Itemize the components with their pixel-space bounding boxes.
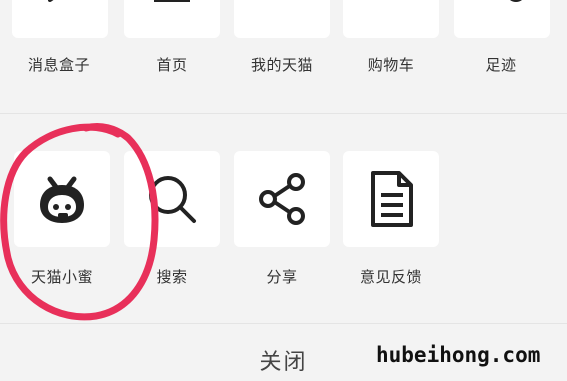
menu-item-footprint[interactable] (454, 0, 550, 38)
footprint-icon (510, 0, 522, 2)
menu-item-message-box[interactable] (12, 0, 108, 38)
menu-label-share: 分享 (266, 268, 298, 286)
tmall-assistant-icon (40, 176, 84, 223)
menu-label-tmall-assistant: 天猫小蜜 (30, 268, 93, 286)
menu-label-footprint: 足迹 (485, 56, 517, 74)
message-box-icon (48, 0, 54, 2)
menu-item-tmall-assistant[interactable] (14, 151, 110, 247)
menu-label-my-tmall: 我的天猫 (250, 56, 313, 74)
menu-item-my-tmall[interactable] (234, 0, 330, 38)
menu-label-home: 首页 (156, 56, 188, 74)
home-icon (154, 0, 190, 2)
menu-label-cart: 购物车 (367, 56, 415, 74)
my-tmall-icon (252, 0, 312, 20)
close-divider (0, 323, 567, 324)
menu-label-message-box: 消息盒子 (27, 56, 90, 74)
menu-item-home[interactable] (124, 0, 220, 38)
menu-item-feedback[interactable] (343, 151, 439, 247)
menu-item-search[interactable] (124, 151, 220, 247)
row-divider (0, 113, 567, 114)
menu-label-search: 搜索 (156, 268, 188, 286)
cart-icon (361, 0, 421, 20)
menu-item-cart[interactable] (343, 0, 439, 38)
share-icon (259, 173, 305, 225)
menu-item-share[interactable] (234, 151, 330, 247)
menu-label-feedback: 意见反馈 (359, 268, 422, 286)
search-icon (149, 176, 196, 223)
feedback-icon (371, 171, 413, 227)
watermark: hubeihong.com (376, 343, 541, 367)
